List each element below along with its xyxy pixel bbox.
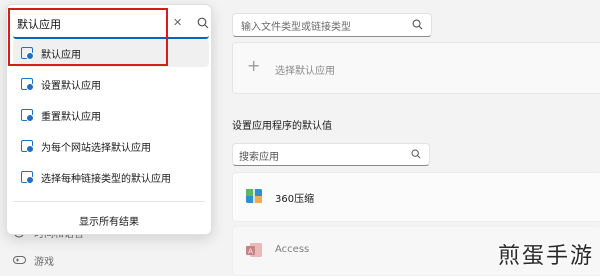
app-name: 360压缩 — [275, 194, 315, 205]
search-result-label: 默认应用 — [41, 49, 81, 61]
svg-text:A: A — [248, 248, 253, 256]
search-result-label: 重置默认应用 — [41, 111, 101, 123]
settings-page-icon — [21, 171, 34, 184]
settings-page-icon — [21, 47, 34, 60]
choose-default-app-card[interactable]: + 选择默认应用 — [232, 42, 600, 94]
choose-default-app-label: 选择默认应用 — [275, 66, 335, 77]
search-icon[interactable] — [197, 17, 209, 29]
show-all-results-link[interactable]: 显示所有结果 — [7, 213, 211, 228]
search-result-item[interactable]: 选择每种链接类型的默认应用 — [13, 163, 209, 191]
search-result-label: 选择每种链接类型的默认应用 — [41, 173, 171, 185]
watermark: 煎蛋手游 — [497, 244, 594, 269]
default-apps-page: 输入文件类型或链接类型 + 选择默认应用 设置应用程序的默认值 搜索应用 360… — [220, 0, 600, 276]
divider — [13, 201, 205, 202]
app-row-360zip[interactable]: 360压缩 — [232, 172, 600, 222]
search-results-flyout: 默认应用 ✕ 默认应用 设置默认应用 重置默认应用 为每个网站选择默认应用 选择… — [6, 4, 212, 235]
file-type-placeholder: 输入文件类型或链接类型 — [241, 22, 351, 33]
settings-page-icon — [21, 109, 34, 122]
settings-page-icon — [21, 140, 34, 153]
app-search-input[interactable]: 搜索应用 — [232, 143, 430, 166]
search-icon — [412, 19, 423, 30]
sidebar-item-games[interactable]: 游戏 — [12, 250, 54, 270]
settings-search-input[interactable]: 默认应用 ✕ — [13, 11, 209, 39]
access-app-icon: A — [246, 243, 262, 257]
search-results-list: 默认应用 设置默认应用 重置默认应用 为每个网站选择默认应用 选择每种链接类型的… — [13, 39, 209, 191]
clear-icon[interactable]: ✕ — [173, 16, 182, 29]
search-result-item[interactable]: 设置默认应用 — [13, 70, 209, 98]
search-icon — [411, 149, 421, 159]
search-result-item[interactable]: 默认应用 — [13, 39, 209, 67]
search-result-label: 为每个网站选择默认应用 — [41, 142, 151, 154]
app-name: Access — [275, 244, 310, 255]
section-title: 设置应用程序的默认值 — [232, 121, 332, 132]
settings-page-icon — [21, 78, 34, 91]
gamepad-icon — [12, 253, 26, 267]
search-query: 默认应用 — [17, 18, 61, 31]
zip-archive-icon — [246, 189, 262, 203]
search-result-item[interactable]: 为每个网站选择默认应用 — [13, 132, 209, 160]
search-result-item[interactable]: 重置默认应用 — [13, 101, 209, 129]
plus-icon: + — [247, 56, 261, 75]
search-result-label: 设置默认应用 — [41, 80, 101, 92]
file-type-search-input[interactable]: 输入文件类型或链接类型 — [232, 13, 432, 37]
sidebar-item-label: 游戏 — [34, 256, 54, 268]
app-search-placeholder: 搜索应用 — [239, 152, 279, 163]
